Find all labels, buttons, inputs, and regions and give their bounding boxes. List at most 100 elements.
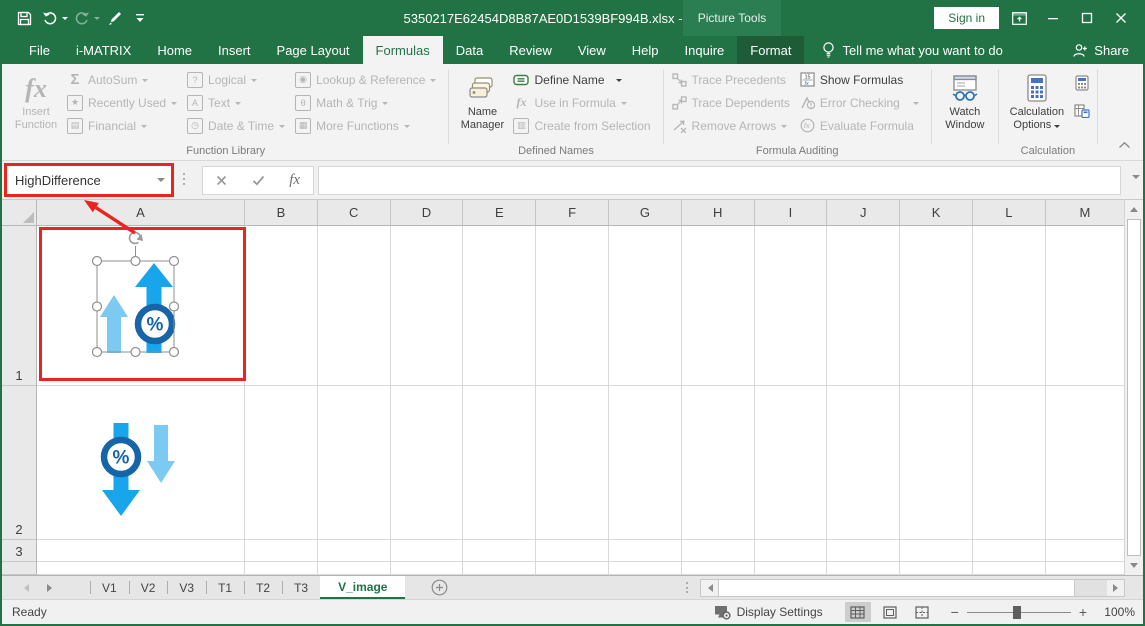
cell-ix[interactable] bbox=[755, 562, 828, 575]
enter-entry-button[interactable] bbox=[240, 167, 277, 194]
cell-k2[interactable] bbox=[900, 386, 973, 540]
column-header-g[interactable]: G bbox=[609, 200, 682, 225]
cell-c2[interactable] bbox=[318, 386, 391, 540]
cell-h2[interactable] bbox=[682, 386, 755, 540]
sheet-tab-t2[interactable]: T2 bbox=[244, 576, 282, 599]
cell-cx[interactable] bbox=[318, 562, 391, 575]
tab-page-layout[interactable]: Page Layout bbox=[264, 36, 363, 64]
use-in-formula-button[interactable]: fxUse in Formula bbox=[510, 91, 653, 114]
sheet-tab-v3[interactable]: V3 bbox=[167, 576, 206, 599]
column-header-f[interactable]: F bbox=[536, 200, 609, 225]
tab-file[interactable]: File bbox=[16, 36, 63, 64]
redo-button[interactable] bbox=[70, 6, 94, 30]
normal-view-button[interactable] bbox=[845, 602, 871, 622]
name-box-dropdown-icon[interactable] bbox=[157, 178, 165, 186]
column-header-e[interactable]: E bbox=[463, 200, 536, 225]
scroll-right-button[interactable] bbox=[1107, 580, 1124, 596]
math-trig-button[interactable]: θMath & Trig bbox=[292, 91, 439, 114]
scroll-up-button[interactable] bbox=[1125, 200, 1143, 218]
trace-precedents-button[interactable]: Trace Precedents bbox=[669, 68, 793, 91]
column-header-i[interactable]: I bbox=[755, 200, 828, 225]
column-header-d[interactable]: D bbox=[391, 200, 464, 225]
undo-dropdown[interactable] bbox=[62, 17, 68, 23]
name-manager-button[interactable]: Name Manager bbox=[454, 66, 510, 145]
sheet-nav-right-icon[interactable] bbox=[47, 584, 56, 592]
more-functions-button[interactable]: ▦More Functions bbox=[292, 114, 439, 137]
cell-gx[interactable] bbox=[609, 562, 682, 575]
tab-view[interactable]: View bbox=[565, 36, 619, 64]
share-button[interactable]: Share bbox=[1058, 36, 1143, 64]
tab-home[interactable]: Home bbox=[144, 36, 205, 64]
financial-button[interactable]: ▤Financial bbox=[64, 114, 180, 137]
column-header-c[interactable]: C bbox=[318, 200, 391, 225]
tab-scroll-splitter[interactable] bbox=[686, 582, 688, 593]
format-painter-button[interactable] bbox=[102, 6, 126, 30]
vertical-scrollbar[interactable] bbox=[1124, 200, 1143, 575]
cell-f2[interactable] bbox=[536, 386, 609, 540]
cell-f1[interactable] bbox=[536, 226, 609, 386]
undo-button[interactable] bbox=[38, 6, 62, 30]
cell-d3[interactable] bbox=[391, 540, 464, 562]
sign-in-button[interactable]: Sign in bbox=[934, 7, 999, 29]
cell-d2[interactable] bbox=[391, 386, 464, 540]
sheet-tab-t1[interactable]: T1 bbox=[206, 576, 244, 599]
collapse-ribbon-button[interactable] bbox=[1118, 136, 1131, 154]
column-header-a[interactable]: A bbox=[37, 200, 245, 225]
new-sheet-button[interactable] bbox=[431, 576, 448, 599]
select-all-corner[interactable] bbox=[2, 200, 37, 226]
column-header-b[interactable]: B bbox=[245, 200, 318, 225]
cell-ax[interactable] bbox=[37, 562, 245, 575]
text-button[interactable]: AText bbox=[184, 91, 288, 114]
calculation-options-button[interactable]: Calculation Options bbox=[1004, 66, 1070, 145]
autosum-button[interactable]: ΣAutoSum bbox=[64, 68, 180, 91]
cell-c3[interactable] bbox=[318, 540, 391, 562]
tab-help[interactable]: Help bbox=[619, 36, 672, 64]
cell-i3[interactable] bbox=[755, 540, 828, 562]
customize-quick-access-button[interactable] bbox=[128, 6, 152, 30]
zoom-slider[interactable] bbox=[967, 606, 1071, 619]
tab-i-matrix[interactable]: i-MATRIX bbox=[63, 36, 144, 64]
error-checking-button[interactable]: Error Checking bbox=[797, 91, 922, 114]
cell-dx[interactable] bbox=[391, 562, 464, 575]
logical-button[interactable]: ?Logical bbox=[184, 68, 288, 91]
cell-k3[interactable] bbox=[900, 540, 973, 562]
cell-b1[interactable] bbox=[245, 226, 318, 386]
redo-dropdown[interactable] bbox=[94, 17, 100, 23]
cell-l3[interactable] bbox=[973, 540, 1046, 562]
tab-inquire[interactable]: Inquire bbox=[672, 36, 738, 64]
horizontal-scroll-thumb[interactable] bbox=[718, 580, 1075, 596]
cell-f3[interactable] bbox=[536, 540, 609, 562]
minimize-button[interactable] bbox=[1039, 5, 1067, 31]
cancel-entry-button[interactable] bbox=[203, 167, 240, 194]
name-box[interactable]: HighDifference bbox=[4, 163, 174, 197]
watch-window-button[interactable]: Watch Window bbox=[937, 66, 993, 160]
lookup-reference-button[interactable]: ◉Lookup & Reference bbox=[292, 68, 439, 91]
cell-e1[interactable] bbox=[463, 226, 536, 386]
insert-function-fx-button[interactable]: fx bbox=[276, 167, 313, 194]
formula-bar-splitter[interactable] bbox=[183, 173, 185, 185]
cell-j1[interactable] bbox=[827, 226, 900, 386]
sheet-tab-t3[interactable]: T3 bbox=[282, 576, 320, 599]
cell-m2[interactable] bbox=[1046, 386, 1124, 540]
cell-m1[interactable] bbox=[1046, 226, 1124, 386]
evaluate-formula-button[interactable]: fx Evaluate Formula bbox=[797, 114, 922, 137]
zoom-level[interactable]: 100% bbox=[1091, 605, 1135, 619]
cell-i2[interactable] bbox=[755, 386, 828, 540]
vertical-scroll-thumb[interactable] bbox=[1127, 219, 1141, 556]
tell-me-box[interactable]: Tell me what you want to do bbox=[810, 36, 1014, 64]
close-button[interactable] bbox=[1107, 5, 1135, 31]
scroll-down-button[interactable] bbox=[1125, 557, 1143, 575]
cell-l1[interactable] bbox=[973, 226, 1046, 386]
row-header-3[interactable]: 3 bbox=[2, 540, 36, 562]
scroll-left-button[interactable] bbox=[701, 580, 718, 596]
tab-review[interactable]: Review bbox=[496, 36, 565, 64]
save-button[interactable] bbox=[12, 6, 36, 30]
zoom-in-button[interactable]: + bbox=[1079, 605, 1087, 619]
maximize-button[interactable] bbox=[1073, 5, 1101, 31]
cell-a1[interactable] bbox=[37, 226, 245, 386]
zoom-slider-handle[interactable] bbox=[1013, 606, 1021, 619]
date-time-button[interactable]: ◷Date & Time bbox=[184, 114, 288, 137]
trace-dependents-button[interactable]: Trace Dependents bbox=[669, 91, 793, 114]
cell-m3[interactable] bbox=[1046, 540, 1124, 562]
cell-fx[interactable] bbox=[536, 562, 609, 575]
